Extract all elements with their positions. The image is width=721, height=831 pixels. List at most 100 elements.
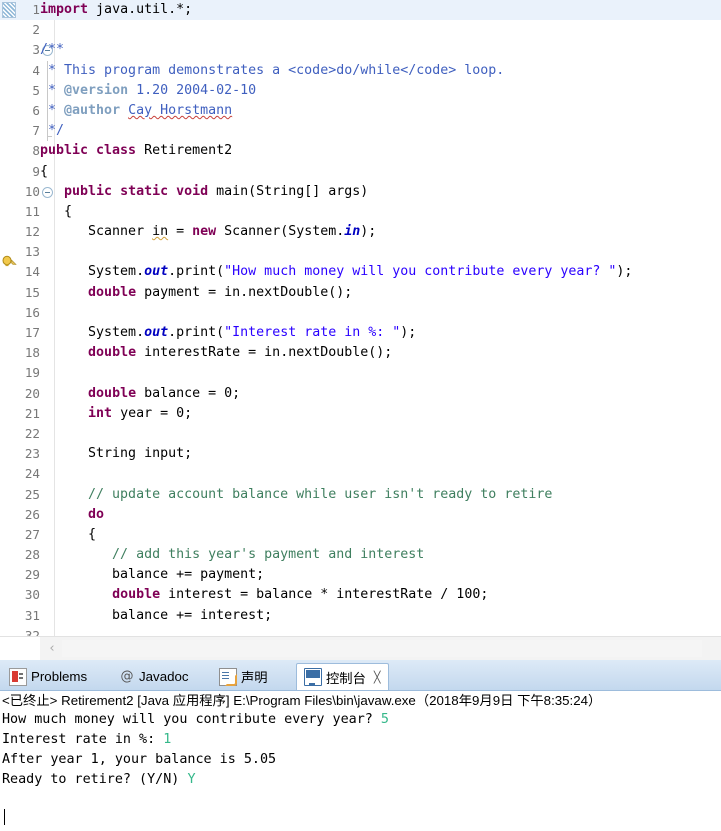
tab-declaration[interactable]: 声明	[212, 663, 275, 690]
code-line-32[interactable]: 32	[0, 626, 721, 636]
code-line-11[interactable]: 11 {	[0, 202, 721, 222]
code-line-28[interactable]: 28 // add this year's payment and intere…	[0, 545, 721, 565]
scroll-left-icon[interactable]: ‹	[44, 641, 60, 657]
line-number: 28	[24, 547, 40, 563]
code-text: // add this year's payment and interest	[40, 547, 425, 563]
code-text: // update account balance while user isn…	[40, 486, 553, 502]
problems-icon	[9, 667, 27, 686]
console-text: How much money will you contribute every…	[2, 712, 381, 727]
code-text: {	[40, 203, 73, 219]
code-line-26[interactable]: 26 do	[0, 505, 721, 525]
code-text: double balance = 0;	[88, 385, 241, 401]
console-user-input: 5	[380, 712, 389, 727]
console-text: After year 1, your balance is 5.05	[2, 752, 277, 767]
code-text: * This program demonstrates a <code>do/w…	[40, 62, 505, 78]
console-text-caret	[4, 809, 5, 825]
line-number: 18	[24, 345, 40, 361]
code-view[interactable]: 1 import java.util.*; 2 3 /** 4 * This p…	[0, 0, 721, 636]
code-line-21[interactable]: 21 int year = 0;	[0, 404, 721, 424]
code-line-6[interactable]: 6 * @author Cay Horstmann	[0, 100, 721, 122]
line-number: 15	[24, 284, 40, 300]
code-line-14[interactable]: 14 System.out.print("How much money will…	[0, 262, 721, 282]
close-icon[interactable]: ╳	[374, 671, 381, 684]
tab-label: Problems	[31, 669, 88, 684]
code-line-2[interactable]: 2	[0, 20, 721, 40]
code-text: public class Retirement2	[40, 143, 233, 159]
console-user-input: Y	[187, 772, 196, 787]
line-number: 3	[32, 42, 40, 58]
line-number: 11	[24, 203, 40, 219]
code-text: */	[40, 123, 65, 139]
code-text: import java.util.*;	[40, 2, 193, 17]
line-number: 5	[32, 82, 40, 98]
scrollbar-gutter-pad	[0, 637, 40, 660]
code-line-7[interactable]: 7 */	[0, 121, 721, 142]
line-number: 22	[24, 425, 40, 441]
code-line-15[interactable]: 15 double payment = in.nextDouble();	[0, 283, 721, 303]
line-number: 13	[24, 244, 40, 260]
code-text: Scanner in = new Scanner(System.in);	[40, 224, 377, 240]
scrollbar-thumb[interactable]	[62, 640, 702, 657]
editor-horizontal-scrollbar[interactable]: ‹	[0, 636, 721, 660]
code-line-17[interactable]: 17 System.out.print("Interest rate in %:…	[0, 323, 721, 343]
code-text: * @version 1.20 2004-02-10	[40, 82, 257, 98]
code-text: {	[40, 163, 49, 179]
console-output[interactable]: <已终止> Retirement2 [Java 应用程序] E:\Program…	[0, 691, 721, 831]
tab-label: Javadoc	[139, 669, 189, 684]
code-line-5[interactable]: 5 * @version 1.20 2004-02-10	[0, 80, 721, 101]
line-number: 30	[24, 587, 40, 603]
code-line-23[interactable]: 23 String input;	[0, 444, 721, 464]
line-number: 25	[24, 486, 40, 502]
code-line-20[interactable]: 20 double balance = 0;	[0, 384, 721, 404]
code-line-25[interactable]: 25 // update account balance while user …	[0, 485, 721, 505]
code-line-9[interactable]: 9 {	[0, 162, 721, 182]
code-line-22[interactable]: 22	[0, 424, 721, 444]
line-number: 32	[24, 627, 40, 636]
code-line-1[interactable]: 1 import java.util.*;	[0, 0, 721, 21]
line-number: 2	[32, 22, 40, 38]
line-number: 1	[32, 2, 40, 17]
view-tab-bar: Problems @ Javadoc 声明 控制台 ╳	[0, 660, 721, 691]
code-line-31[interactable]: 31 balance += interest;	[0, 606, 721, 626]
console-launch-header: <已终止> Retirement2 [Java 应用程序] E:\Program…	[2, 693, 602, 708]
console-text: Ready to retire? (Y/N)	[2, 772, 188, 787]
code-text: do	[88, 506, 105, 522]
code-line-8[interactable]: 8 public class Retirement2	[0, 141, 721, 161]
line-number: 16	[24, 304, 40, 320]
console-user-input: 1	[163, 732, 172, 747]
line-number: 21	[24, 405, 40, 421]
console-line: How much money will you contribute every…	[0, 710, 721, 730]
code-line-30[interactable]: 30 double interest = balance * interestR…	[0, 585, 721, 605]
java-editor[interactable]: 1 import java.util.*; 2 3 /** 4 * This p…	[0, 0, 721, 660]
line-number: 26	[24, 506, 40, 522]
tab-javadoc[interactable]: @ Javadoc	[112, 663, 196, 690]
line-number: 4	[32, 62, 40, 78]
code-text: /**	[40, 42, 65, 58]
console-line: After year 1, your balance is 5.05	[0, 750, 721, 770]
code-line-27[interactable]: 27 {	[0, 525, 721, 545]
code-line-13[interactable]: 13	[0, 242, 721, 262]
code-text: System.out.print("How much money will yo…	[40, 264, 633, 280]
code-line-18[interactable]: 18 double interestRate = in.nextDouble()…	[0, 343, 721, 363]
code-line-10[interactable]: 10 public static void main(String[] args…	[0, 182, 721, 202]
code-line-4[interactable]: 4 * This program demonstrates a <code>do…	[0, 60, 721, 81]
line-number: 12	[24, 224, 40, 240]
bottom-view-stack: Problems @ Javadoc 声明 控制台 ╳ <已终止> Retire…	[0, 660, 721, 831]
code-line-12[interactable]: 12 Scanner in = new Scanner(System.in);	[0, 222, 721, 267]
tab-problems[interactable]: Problems	[2, 663, 94, 690]
console-line: Interest rate in %: 1	[0, 730, 721, 750]
line-number: 23	[24, 446, 40, 462]
code-line-29[interactable]: 29 balance += payment;	[0, 565, 721, 585]
code-line-19[interactable]: 19	[0, 363, 721, 383]
line-number: 24	[24, 466, 40, 482]
code-text: String input;	[40, 446, 193, 462]
line-number: 27	[24, 526, 40, 542]
line-number: 19	[24, 365, 40, 381]
console-line: Ready to retire? (Y/N) Y	[0, 770, 721, 790]
console-text: Interest rate in %:	[2, 732, 164, 747]
tab-console[interactable]: 控制台 ╳	[296, 663, 389, 690]
code-line-24[interactable]: 24	[0, 464, 721, 484]
code-text: * @author Cay Horstmann	[40, 102, 233, 118]
code-line-16[interactable]: 16	[0, 303, 721, 323]
code-line-3[interactable]: 3 /**	[0, 40, 721, 60]
